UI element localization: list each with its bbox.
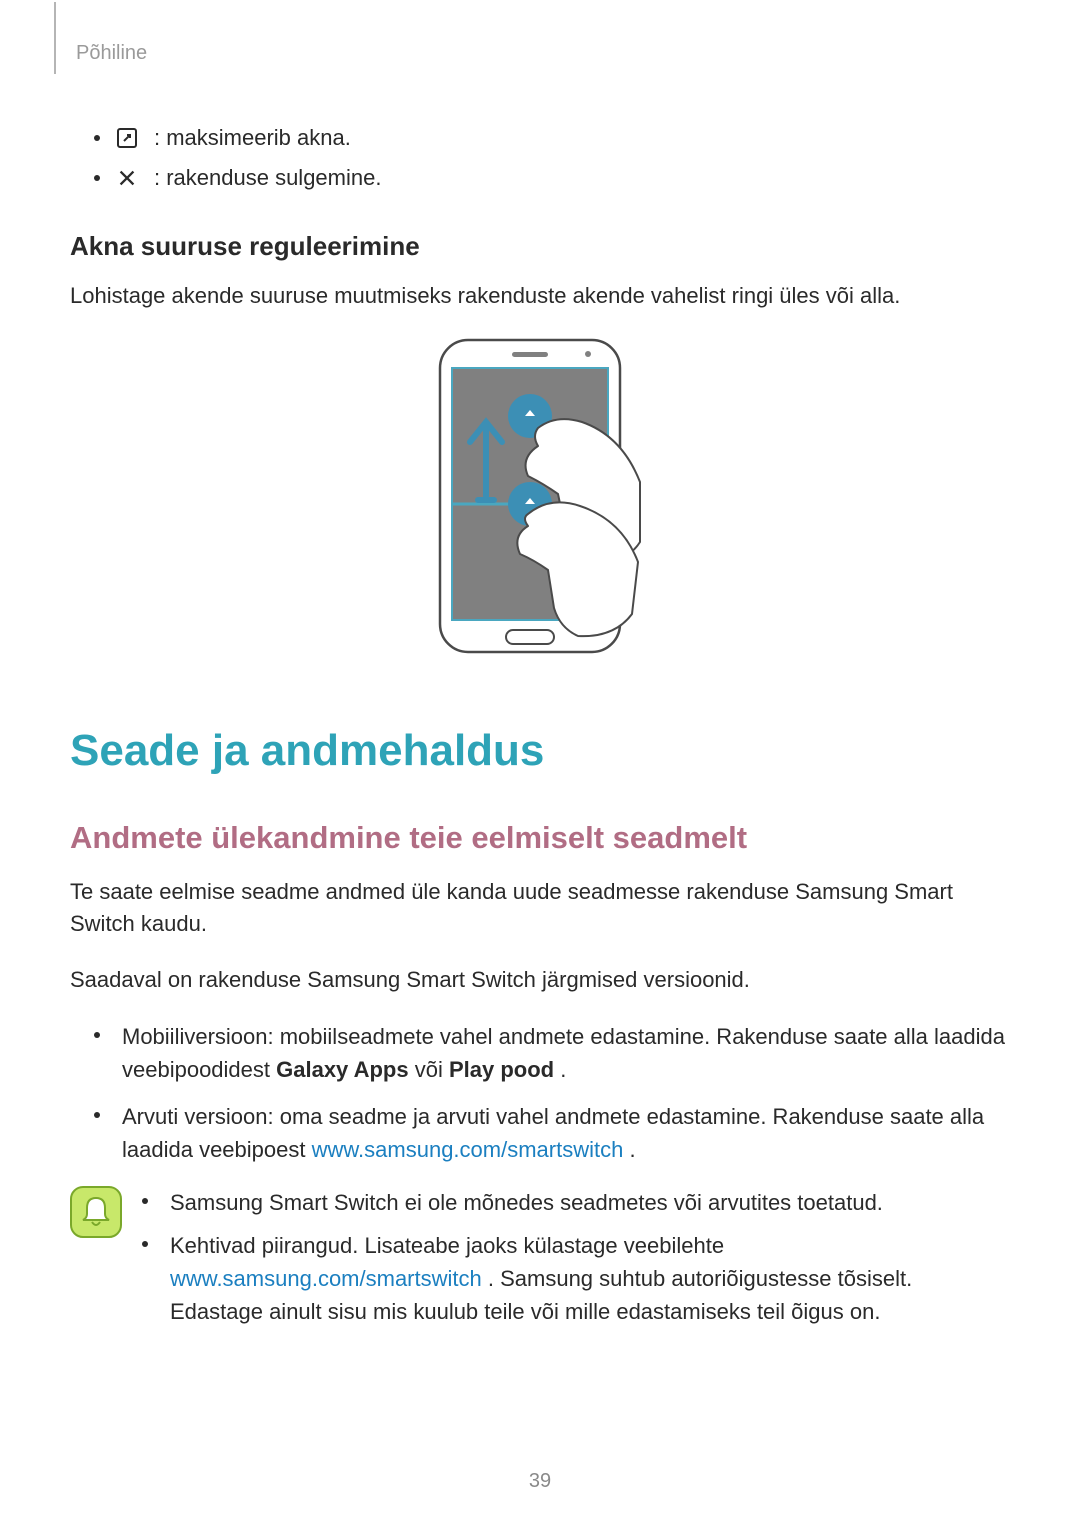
list-item: : maksimeerib akna.: [94, 125, 1010, 151]
note-list: Samsung Smart Switch ei ole mõnedes sead…: [142, 1186, 1010, 1338]
body-paragraph: Lohistage akende suuruse muutmiseks rake…: [70, 280, 1010, 312]
text-run: Kehtivad piirangud. Lisateabe jaoks küla…: [170, 1233, 724, 1258]
body-paragraph: Saadaval on rakenduse Samsung Smart Swit…: [70, 964, 1010, 996]
text-run: või: [415, 1057, 449, 1082]
list-item: Samsung Smart Switch ei ole mõnedes sead…: [142, 1186, 1010, 1219]
icon-bullet-text: : rakenduse sulgemine.: [154, 165, 381, 191]
note-bell-icon: [70, 1186, 122, 1238]
bullet-dot: [94, 175, 100, 181]
list-item: Mobiiliversioon: mobiilseadmete vahel an…: [94, 1020, 1010, 1086]
page-number: 39: [0, 1470, 1080, 1493]
list-item: : rakenduse sulgemine.: [94, 165, 1010, 191]
phone-illustration: [70, 336, 1010, 656]
header-rule: [54, 2, 56, 74]
maximize-icon: [114, 125, 140, 151]
text-run: Samsung Smart Switch ei ole mõnedes sead…: [170, 1190, 883, 1215]
list-item: Kehtivad piirangud. Lisateabe jaoks küla…: [142, 1229, 1010, 1328]
page: Põhiline : maksimeerib akna. :: [0, 0, 1080, 1527]
close-icon: [114, 165, 140, 191]
running-head-text: Põhiline: [76, 42, 147, 64]
text-bold: Play pood: [449, 1057, 554, 1082]
text-run: .: [560, 1057, 566, 1082]
text-bold: Galaxy Apps: [276, 1057, 408, 1082]
note-block: Samsung Smart Switch ei ole mõnedes sead…: [70, 1186, 1010, 1338]
icon-bullet-text: : maksimeerib akna.: [154, 125, 351, 151]
body-paragraph: Te saate eelmise seadme andmed üle kanda…: [70, 876, 1010, 940]
subsection-title: Andmete ülekandmine teie eelmiselt seadm…: [70, 820, 1010, 856]
subsection-heading: Akna suuruse reguleerimine: [70, 231, 1010, 262]
list-item: Arvuti versioon: oma seadme ja arvuti va…: [94, 1100, 1010, 1166]
bullet-dot: [94, 135, 100, 141]
link-smartswitch[interactable]: www.samsung.com/smartswitch: [312, 1137, 624, 1162]
text-run: .: [629, 1137, 635, 1162]
bulleted-list: Mobiiliversioon: mobiilseadmete vahel an…: [94, 1020, 1010, 1166]
running-head: Põhiline: [76, 42, 1010, 65]
section-title: Seade ja andmehaldus: [70, 726, 1010, 776]
icon-bullet-list: : maksimeerib akna. : rakenduse sulgemin…: [94, 125, 1010, 191]
link-smartswitch[interactable]: www.samsung.com/smartswitch: [170, 1266, 482, 1291]
